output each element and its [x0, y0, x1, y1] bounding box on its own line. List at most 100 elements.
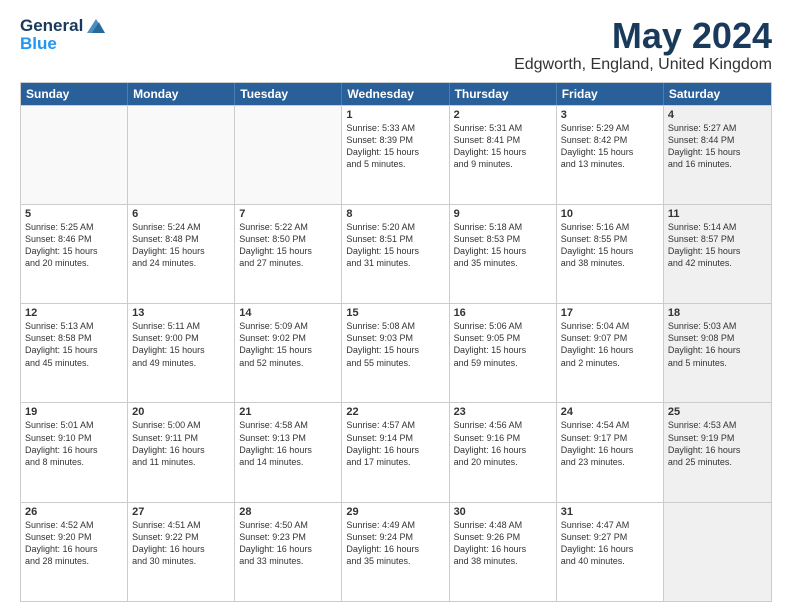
- calendar-cell-day-22: 22Sunrise: 4:57 AMSunset: 9:14 PMDayligh…: [342, 403, 449, 501]
- calendar-cell-empty: [664, 503, 771, 601]
- weekday-header-wednesday: Wednesday: [342, 83, 449, 105]
- day-number: 31: [561, 506, 659, 518]
- day-number: 7: [239, 208, 337, 220]
- calendar-cell-day-18: 18Sunrise: 5:03 AMSunset: 9:08 PMDayligh…: [664, 304, 771, 402]
- day-number: 8: [346, 208, 444, 220]
- cell-text: Sunrise: 4:50 AMSunset: 9:23 PMDaylight:…: [239, 519, 337, 568]
- day-number: 18: [668, 307, 767, 319]
- calendar-cell-day-9: 9Sunrise: 5:18 AMSunset: 8:53 PMDaylight…: [450, 205, 557, 303]
- calendar-cell-day-7: 7Sunrise: 5:22 AMSunset: 8:50 PMDaylight…: [235, 205, 342, 303]
- day-number: 20: [132, 406, 230, 418]
- cell-text: Sunrise: 4:53 AMSunset: 9:19 PMDaylight:…: [668, 419, 767, 468]
- cell-text: Sunrise: 4:58 AMSunset: 9:13 PMDaylight:…: [239, 419, 337, 468]
- cell-text: Sunrise: 4:47 AMSunset: 9:27 PMDaylight:…: [561, 519, 659, 568]
- day-number: 21: [239, 406, 337, 418]
- main-title: May 2024: [514, 16, 772, 56]
- day-number: 14: [239, 307, 337, 319]
- weekday-header-saturday: Saturday: [664, 83, 771, 105]
- calendar-cell-day-19: 19Sunrise: 5:01 AMSunset: 9:10 PMDayligh…: [21, 403, 128, 501]
- calendar-cell-day-16: 16Sunrise: 5:06 AMSunset: 9:05 PMDayligh…: [450, 304, 557, 402]
- cell-text: Sunrise: 5:00 AMSunset: 9:11 PMDaylight:…: [132, 419, 230, 468]
- calendar-cell-empty: [128, 106, 235, 204]
- day-number: 11: [668, 208, 767, 220]
- day-number: 24: [561, 406, 659, 418]
- day-number: 16: [454, 307, 552, 319]
- day-number: 12: [25, 307, 123, 319]
- day-number: 15: [346, 307, 444, 319]
- day-number: 17: [561, 307, 659, 319]
- calendar-cell-day-3: 3Sunrise: 5:29 AMSunset: 8:42 PMDaylight…: [557, 106, 664, 204]
- day-number: 4: [668, 109, 767, 121]
- logo: General Blue: [20, 16, 107, 54]
- calendar-cell-day-17: 17Sunrise: 5:04 AMSunset: 9:07 PMDayligh…: [557, 304, 664, 402]
- cell-text: Sunrise: 4:56 AMSunset: 9:16 PMDaylight:…: [454, 419, 552, 468]
- calendar-cell-day-31: 31Sunrise: 4:47 AMSunset: 9:27 PMDayligh…: [557, 503, 664, 601]
- day-number: 2: [454, 109, 552, 121]
- calendar-cell-day-11: 11Sunrise: 5:14 AMSunset: 8:57 PMDayligh…: [664, 205, 771, 303]
- calendar-cell-day-25: 25Sunrise: 4:53 AMSunset: 9:19 PMDayligh…: [664, 403, 771, 501]
- logo-icon: [85, 17, 107, 35]
- calendar-header: SundayMondayTuesdayWednesdayThursdayFrid…: [21, 83, 771, 105]
- calendar-cell-day-27: 27Sunrise: 4:51 AMSunset: 9:22 PMDayligh…: [128, 503, 235, 601]
- title-area: May 2024 Edgworth, England, United Kingd…: [514, 16, 772, 74]
- cell-text: Sunrise: 5:13 AMSunset: 8:58 PMDaylight:…: [25, 320, 123, 369]
- cell-text: Sunrise: 5:14 AMSunset: 8:57 PMDaylight:…: [668, 221, 767, 270]
- calendar-cell-day-12: 12Sunrise: 5:13 AMSunset: 8:58 PMDayligh…: [21, 304, 128, 402]
- day-number: 13: [132, 307, 230, 319]
- calendar-row-2: 12Sunrise: 5:13 AMSunset: 8:58 PMDayligh…: [21, 303, 771, 402]
- calendar-row-4: 26Sunrise: 4:52 AMSunset: 9:20 PMDayligh…: [21, 502, 771, 601]
- calendar-cell-day-13: 13Sunrise: 5:11 AMSunset: 9:00 PMDayligh…: [128, 304, 235, 402]
- calendar-cell-day-8: 8Sunrise: 5:20 AMSunset: 8:51 PMDaylight…: [342, 205, 449, 303]
- logo-text: General: [20, 16, 83, 36]
- cell-text: Sunrise: 4:51 AMSunset: 9:22 PMDaylight:…: [132, 519, 230, 568]
- calendar-cell-day-29: 29Sunrise: 4:49 AMSunset: 9:24 PMDayligh…: [342, 503, 449, 601]
- calendar-cell-day-23: 23Sunrise: 4:56 AMSunset: 9:16 PMDayligh…: [450, 403, 557, 501]
- cell-text: Sunrise: 5:22 AMSunset: 8:50 PMDaylight:…: [239, 221, 337, 270]
- calendar-cell-empty: [235, 106, 342, 204]
- cell-text: Sunrise: 5:25 AMSunset: 8:46 PMDaylight:…: [25, 221, 123, 270]
- day-number: 29: [346, 506, 444, 518]
- calendar-cell-day-5: 5Sunrise: 5:25 AMSunset: 8:46 PMDaylight…: [21, 205, 128, 303]
- calendar-cell-day-21: 21Sunrise: 4:58 AMSunset: 9:13 PMDayligh…: [235, 403, 342, 501]
- cell-text: Sunrise: 5:03 AMSunset: 9:08 PMDaylight:…: [668, 320, 767, 369]
- day-number: 5: [25, 208, 123, 220]
- cell-text: Sunrise: 5:20 AMSunset: 8:51 PMDaylight:…: [346, 221, 444, 270]
- cell-text: Sunrise: 4:52 AMSunset: 9:20 PMDaylight:…: [25, 519, 123, 568]
- cell-text: Sunrise: 5:29 AMSunset: 8:42 PMDaylight:…: [561, 122, 659, 171]
- calendar-cell-day-2: 2Sunrise: 5:31 AMSunset: 8:41 PMDaylight…: [450, 106, 557, 204]
- day-number: 23: [454, 406, 552, 418]
- day-number: 6: [132, 208, 230, 220]
- calendar-cell-day-1: 1Sunrise: 5:33 AMSunset: 8:39 PMDaylight…: [342, 106, 449, 204]
- page: General Blue May 2024 Edgworth, England,…: [0, 0, 792, 612]
- day-number: 28: [239, 506, 337, 518]
- calendar-cell-empty: [21, 106, 128, 204]
- weekday-header-sunday: Sunday: [21, 83, 128, 105]
- cell-text: Sunrise: 5:11 AMSunset: 9:00 PMDaylight:…: [132, 320, 230, 369]
- day-number: 22: [346, 406, 444, 418]
- calendar-cell-day-28: 28Sunrise: 4:50 AMSunset: 9:23 PMDayligh…: [235, 503, 342, 601]
- cell-text: Sunrise: 4:54 AMSunset: 9:17 PMDaylight:…: [561, 419, 659, 468]
- cell-text: Sunrise: 5:31 AMSunset: 8:41 PMDaylight:…: [454, 122, 552, 171]
- day-number: 10: [561, 208, 659, 220]
- calendar-body: 1Sunrise: 5:33 AMSunset: 8:39 PMDaylight…: [21, 105, 771, 601]
- calendar-cell-day-14: 14Sunrise: 5:09 AMSunset: 9:02 PMDayligh…: [235, 304, 342, 402]
- day-number: 27: [132, 506, 230, 518]
- cell-text: Sunrise: 5:33 AMSunset: 8:39 PMDaylight:…: [346, 122, 444, 171]
- cell-text: Sunrise: 4:48 AMSunset: 9:26 PMDaylight:…: [454, 519, 552, 568]
- cell-text: Sunrise: 5:16 AMSunset: 8:55 PMDaylight:…: [561, 221, 659, 270]
- calendar-cell-day-10: 10Sunrise: 5:16 AMSunset: 8:55 PMDayligh…: [557, 205, 664, 303]
- day-number: 9: [454, 208, 552, 220]
- cell-text: Sunrise: 5:06 AMSunset: 9:05 PMDaylight:…: [454, 320, 552, 369]
- weekday-header-tuesday: Tuesday: [235, 83, 342, 105]
- day-number: 19: [25, 406, 123, 418]
- cell-text: Sunrise: 4:49 AMSunset: 9:24 PMDaylight:…: [346, 519, 444, 568]
- calendar-cell-day-4: 4Sunrise: 5:27 AMSunset: 8:44 PMDaylight…: [664, 106, 771, 204]
- day-number: 26: [25, 506, 123, 518]
- day-number: 1: [346, 109, 444, 121]
- calendar-cell-day-24: 24Sunrise: 4:54 AMSunset: 9:17 PMDayligh…: [557, 403, 664, 501]
- calendar-row-3: 19Sunrise: 5:01 AMSunset: 9:10 PMDayligh…: [21, 402, 771, 501]
- subtitle: Edgworth, England, United Kingdom: [514, 56, 772, 74]
- cell-text: Sunrise: 5:09 AMSunset: 9:02 PMDaylight:…: [239, 320, 337, 369]
- cell-text: Sunrise: 5:24 AMSunset: 8:48 PMDaylight:…: [132, 221, 230, 270]
- weekday-header-friday: Friday: [557, 83, 664, 105]
